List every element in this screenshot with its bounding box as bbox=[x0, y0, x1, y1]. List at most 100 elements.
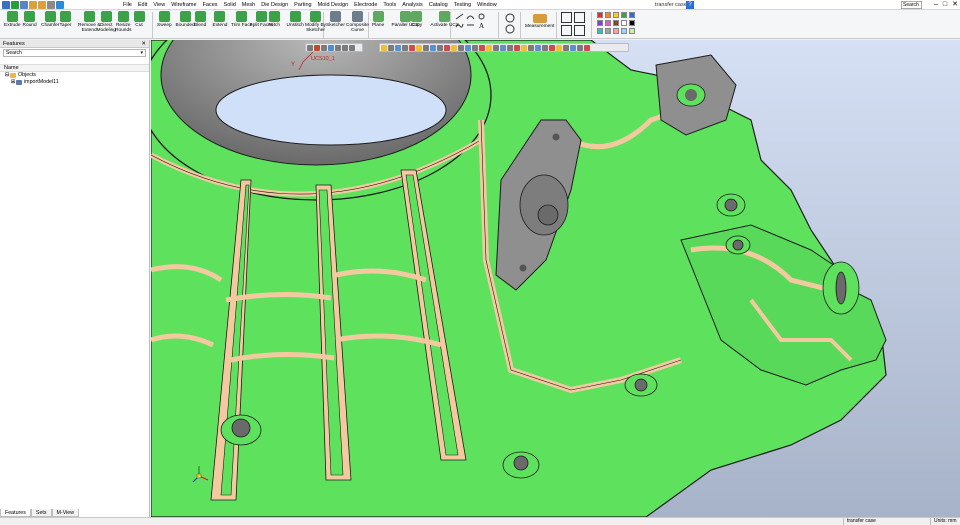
column-header-name[interactable]: Name bbox=[0, 64, 149, 72]
sketch-tool-1[interactable]: Composite Curve bbox=[346, 11, 369, 33]
view-tool-icon[interactable] bbox=[570, 44, 576, 51]
text-tool-icon[interactable]: A bbox=[477, 22, 486, 29]
view-tool-icon[interactable] bbox=[423, 44, 429, 51]
create-tool-0[interactable]: Extrude bbox=[4, 11, 21, 28]
menu-item-tools[interactable]: Tools bbox=[383, 1, 396, 9]
select-icon[interactable] bbox=[307, 44, 313, 51]
faces-tool-7[interactable]: Unstitch bbox=[287, 11, 304, 28]
zoom-icon[interactable] bbox=[574, 12, 585, 23]
snap-icon[interactable] bbox=[335, 44, 341, 51]
view-tool-icon[interactable] bbox=[584, 44, 590, 51]
create-tool-7[interactable]: Cut bbox=[133, 11, 145, 28]
menu-item-catalog[interactable]: Catalog bbox=[429, 1, 448, 9]
create-tool-5[interactable]: Direct Modeling bbox=[97, 11, 116, 33]
view-tool-icon[interactable] bbox=[500, 44, 506, 51]
maximize-button[interactable]: □ bbox=[943, 0, 947, 10]
palette-swatch[interactable] bbox=[621, 12, 627, 18]
create-tool-2[interactable]: Chamfer bbox=[41, 11, 59, 28]
search-dropdown-icon[interactable]: ▾ bbox=[140, 50, 143, 56]
faces-tool-3[interactable]: Extend bbox=[213, 11, 227, 28]
menu-item-window[interactable]: Window bbox=[477, 1, 497, 9]
pick-icon[interactable] bbox=[328, 44, 334, 51]
view-tool-icon[interactable] bbox=[388, 44, 394, 51]
view-tool-icon[interactable] bbox=[472, 44, 478, 51]
palette-swatch[interactable] bbox=[613, 12, 619, 18]
filter-icon[interactable] bbox=[561, 25, 572, 36]
menu-item-die-design[interactable]: Die Design bbox=[261, 1, 288, 9]
save-icon[interactable] bbox=[20, 1, 28, 9]
palette-swatch[interactable] bbox=[605, 20, 611, 26]
palette-swatch[interactable] bbox=[613, 28, 619, 34]
palette-swatch[interactable] bbox=[597, 12, 603, 18]
menu-item-faces[interactable]: Faces bbox=[203, 1, 218, 9]
open-icon[interactable] bbox=[11, 1, 19, 9]
view-tool-icon[interactable] bbox=[430, 44, 436, 51]
view-tool-icon[interactable] bbox=[514, 44, 520, 51]
menu-item-electrode[interactable]: Electrode bbox=[354, 1, 377, 9]
view-tool-icon[interactable] bbox=[416, 44, 422, 51]
arc-tool-icon[interactable] bbox=[466, 13, 475, 20]
filter-icon[interactable] bbox=[321, 44, 327, 51]
view-tool-icon[interactable] bbox=[458, 44, 464, 51]
3d-viewport[interactable]: Y UCS10_1 bbox=[151, 40, 960, 517]
view-tool-icon[interactable] bbox=[451, 44, 457, 51]
dim-tool-icon[interactable] bbox=[466, 22, 475, 29]
create-tool-3[interactable]: Taper bbox=[60, 11, 72, 28]
settings-icon[interactable] bbox=[574, 25, 585, 36]
view-tool-icon[interactable] bbox=[437, 44, 443, 51]
close-button[interactable]: ✕ bbox=[952, 0, 958, 10]
minimize-button[interactable]: – bbox=[934, 0, 938, 10]
menu-item-testing[interactable]: Testing bbox=[454, 1, 471, 9]
tree-item[interactable]: ⊟ Objects bbox=[0, 72, 149, 79]
palette-swatch[interactable] bbox=[621, 28, 627, 34]
query-icon[interactable] bbox=[561, 12, 572, 23]
menu-item-view[interactable]: View bbox=[153, 1, 165, 9]
view-tool-icon[interactable] bbox=[521, 44, 527, 51]
palette-swatch[interactable] bbox=[613, 20, 619, 26]
create-tool-6[interactable]: Resize Rounds bbox=[115, 11, 132, 33]
palette-swatch[interactable] bbox=[597, 28, 603, 34]
menu-item-mold-design[interactable]: Mold Design bbox=[318, 1, 349, 9]
menu-item-solid[interactable]: Solid bbox=[224, 1, 236, 9]
sketch-tool-0[interactable]: Sketcher bbox=[326, 11, 345, 28]
ucs-tool-0[interactable]: Plane bbox=[372, 11, 384, 28]
palette-swatch[interactable] bbox=[629, 20, 635, 26]
menu-item-file[interactable]: File bbox=[123, 1, 132, 9]
ucs-tool-2[interactable]: Copy bbox=[411, 11, 422, 28]
faces-tool-6[interactable]: Stitch bbox=[268, 11, 280, 28]
menu-item-mesh[interactable]: Mesh bbox=[242, 1, 255, 9]
faces-tool-0[interactable]: Sweep bbox=[157, 11, 172, 28]
refresh-icon[interactable] bbox=[503, 12, 517, 36]
view-tool-icon[interactable] bbox=[563, 44, 569, 51]
view-tool-icon[interactable] bbox=[465, 44, 471, 51]
grid-icon[interactable] bbox=[342, 44, 348, 51]
palette-swatch[interactable] bbox=[629, 28, 635, 34]
view-tool-icon[interactable] bbox=[486, 44, 492, 51]
tab-mview[interactable]: M-View bbox=[51, 509, 80, 517]
palette-swatch[interactable] bbox=[629, 12, 635, 18]
model-canvas[interactable]: Y bbox=[151, 40, 960, 517]
palette-swatch[interactable] bbox=[621, 20, 627, 26]
view-tool-icon[interactable] bbox=[395, 44, 401, 51]
global-search-input[interactable]: Search bbox=[901, 1, 922, 9]
palette-swatch[interactable] bbox=[605, 12, 611, 18]
view-tool-icon[interactable] bbox=[542, 44, 548, 51]
view-tool-icon[interactable] bbox=[444, 44, 450, 51]
menu-item-wireframe[interactable]: Wireframe bbox=[171, 1, 196, 9]
circle-tool-icon[interactable] bbox=[477, 13, 486, 20]
faces-tool-8[interactable]: Modify By Sketcher bbox=[305, 11, 326, 33]
tab-features[interactable]: Features bbox=[0, 509, 31, 517]
menu-item-parting[interactable]: Parting bbox=[294, 1, 311, 9]
palette-swatch[interactable] bbox=[605, 28, 611, 34]
tab-sets[interactable]: Sets bbox=[30, 509, 52, 517]
view-tool-icon[interactable] bbox=[535, 44, 541, 51]
view-tool-icon[interactable] bbox=[549, 44, 555, 51]
palette-swatch[interactable] bbox=[597, 20, 603, 26]
menu-item-analysis[interactable]: Analysis bbox=[402, 1, 422, 9]
view-tool-icon[interactable] bbox=[493, 44, 499, 51]
view-tool-icon[interactable] bbox=[528, 44, 534, 51]
more-icon[interactable] bbox=[349, 44, 355, 51]
create-tool-1[interactable]: Round bbox=[23, 11, 37, 28]
ucs-icon[interactable] bbox=[314, 44, 320, 51]
help-button[interactable]: ? bbox=[686, 1, 694, 9]
